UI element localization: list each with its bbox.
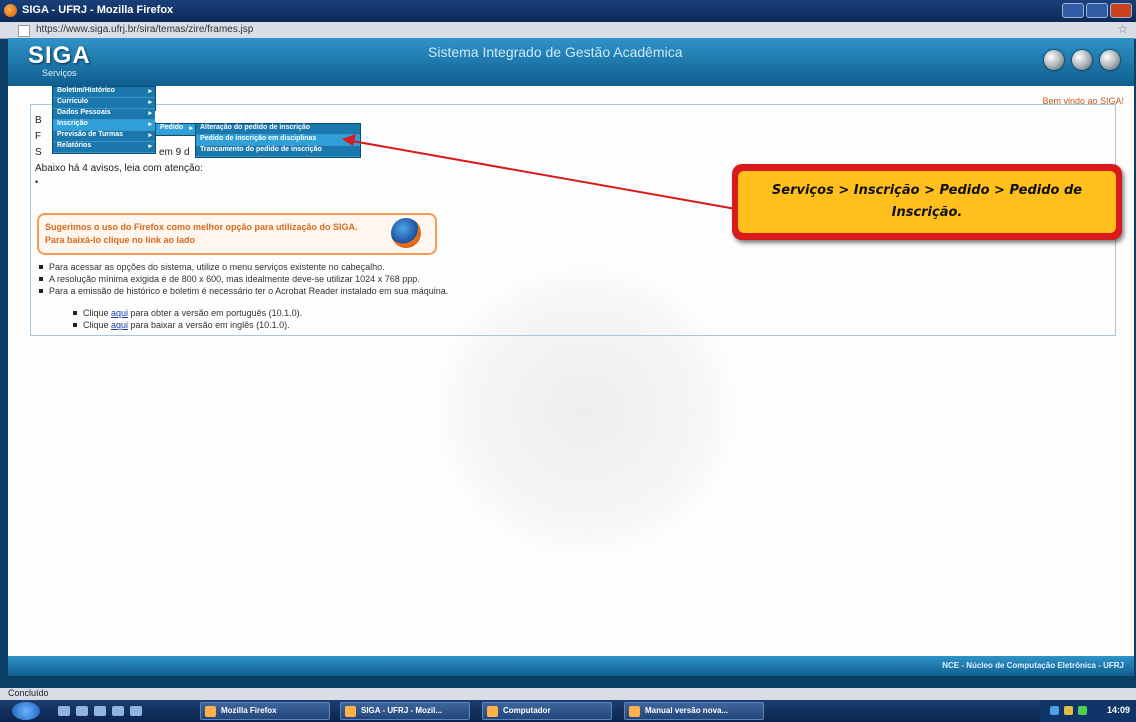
footer-text: NCE - Núcleo de Computação Eletrônica - … — [942, 661, 1124, 670]
taskbar-item-computer[interactable]: Computador — [482, 702, 612, 720]
quicklaunch-desktop-icon[interactable] — [112, 706, 124, 716]
taskbar-item-siga[interactable]: SIGA - UFRJ - Mozil... — [340, 702, 470, 720]
clock[interactable]: 14:09 — [1107, 705, 1130, 715]
callout-arrow — [342, 134, 737, 210]
taskbar-item-manual[interactable]: Manual versão nova... — [624, 702, 764, 720]
callout-text: Serviços > Inscrição > Pedido > Pedido d… — [738, 171, 1116, 233]
quicklaunch-folder-icon[interactable] — [130, 706, 142, 716]
siga-footer: NCE - Núcleo de Computação Eletrônica - … — [8, 656, 1134, 676]
taskbar: Mozilla Firefox SIGA - UFRJ - Mozil... C… — [0, 700, 1136, 722]
status-text: Concluído — [8, 688, 49, 698]
quicklaunch-ie-icon[interactable] — [58, 706, 70, 716]
taskbar-item-firefox[interactable]: Mozilla Firefox — [200, 702, 330, 720]
system-tray: 14:09 — [1040, 700, 1136, 722]
tray-volume-icon[interactable] — [1064, 706, 1073, 715]
tray-security-icon[interactable] — [1078, 706, 1087, 715]
status-bar: Concluído — [0, 688, 1136, 700]
quicklaunch-explorer-icon[interactable] — [76, 706, 88, 716]
tutorial-callout: Serviços > Inscrição > Pedido > Pedido d… — [732, 164, 1122, 240]
quicklaunch-media-icon[interactable] — [94, 706, 106, 716]
start-button[interactable] — [12, 702, 40, 720]
tray-network-icon[interactable] — [1050, 706, 1059, 715]
